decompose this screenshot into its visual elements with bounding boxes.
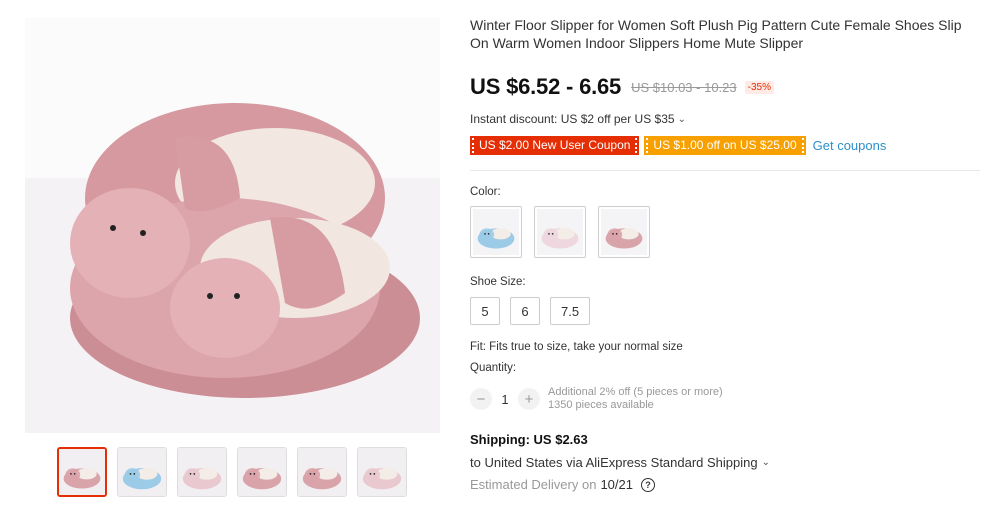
- quantity-label: Quantity:: [470, 362, 517, 374]
- original-price: US $10.03 - 10.23: [631, 79, 737, 95]
- thumbnail[interactable]: [237, 447, 287, 497]
- quantity-info: Additional 2% off (5 pieces or more) 135…: [548, 386, 723, 412]
- thumbnail[interactable]: [177, 447, 227, 497]
- color-swatch-blue[interactable]: [470, 206, 522, 258]
- discount-badge: -35%: [744, 80, 774, 94]
- size-option[interactable]: 5: [470, 297, 500, 325]
- price: US $6.52 - 6.65: [470, 74, 622, 99]
- shipping-price: Shipping: US $2.63: [470, 432, 588, 447]
- price-row: US $6.52 - 6.65 US $10.03 - 10.23 -35%: [470, 74, 774, 100]
- size-option[interactable]: 6: [510, 297, 540, 325]
- slipper-photo: [25, 18, 440, 433]
- chevron-down-icon: ⌄: [761, 457, 771, 468]
- stock-available: 1350 pieces available: [548, 399, 654, 411]
- thumbnail-strip: [57, 447, 407, 497]
- get-coupons-link[interactable]: Get coupons: [813, 138, 887, 153]
- new-user-coupon[interactable]: US $2.00 New User Coupon: [470, 136, 640, 155]
- color-label: Color:: [470, 186, 501, 198]
- coupon-row: US $2.00 New User Coupon US $1.00 off on…: [470, 136, 886, 155]
- product-title: Winter Floor Slipper for Women Soft Plus…: [470, 17, 962, 51]
- quantity-stepper: − 1 + Additional 2% off (5 pieces or mor…: [470, 386, 723, 412]
- delivery-prefix: Estimated Delivery on: [470, 477, 597, 492]
- estimated-delivery: Estimated Delivery on 10/21 ?: [470, 477, 655, 492]
- decrement-button[interactable]: −: [470, 388, 492, 410]
- size-options: 5 6 7.5: [470, 297, 591, 325]
- help-icon[interactable]: ?: [641, 477, 655, 492]
- color-swatch-pink[interactable]: [598, 206, 650, 258]
- size-option[interactable]: 7.5: [550, 297, 591, 325]
- color-swatches: [470, 206, 650, 258]
- shipping-method[interactable]: to United States via AliExpress Standard…: [470, 455, 770, 470]
- delivery-date: 10/21: [600, 477, 633, 492]
- instant-discount[interactable]: Instant discount: US $2 off per US $35 ⌄: [470, 112, 686, 126]
- shipping-method-label: to United States via AliExpress Standard…: [470, 455, 758, 470]
- thumbnail[interactable]: [297, 447, 347, 497]
- fit-note: Fit: Fits true to size, take your normal…: [470, 341, 683, 353]
- thumbnail[interactable]: [357, 447, 407, 497]
- quantity-input[interactable]: 1: [492, 392, 518, 407]
- instant-discount-label: Instant discount: US $2 off per US $35: [470, 112, 675, 126]
- store-coupon[interactable]: US $1.00 off on US $25.00: [644, 136, 806, 155]
- main-product-image: [25, 18, 440, 433]
- bulk-discount-text: Additional 2% off (5 pieces or more): [548, 386, 723, 398]
- chevron-down-icon: ⌄: [677, 113, 686, 125]
- increment-button[interactable]: +: [518, 388, 540, 410]
- shoe-size-label: Shoe Size:: [470, 276, 526, 288]
- thumbnail[interactable]: [117, 447, 167, 497]
- divider: [470, 170, 980, 171]
- color-swatch-white[interactable]: [534, 206, 586, 258]
- thumbnail[interactable]: [57, 447, 107, 497]
